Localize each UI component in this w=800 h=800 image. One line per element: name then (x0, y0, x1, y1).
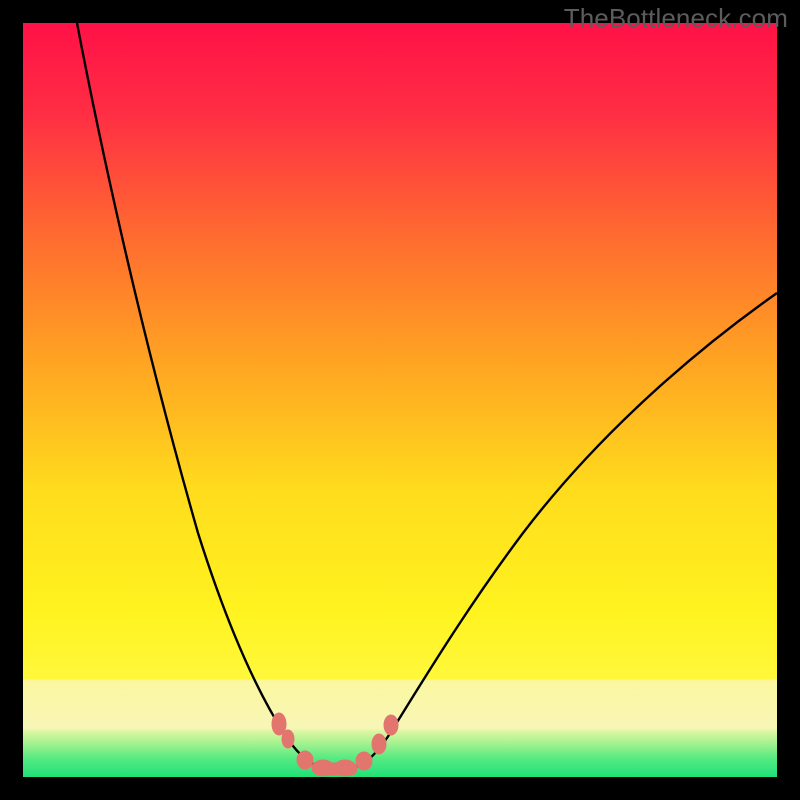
curve-line (77, 23, 777, 770)
chart-area (23, 23, 777, 777)
watermark-text: TheBottleneck.com (564, 3, 788, 34)
valley-markers (272, 713, 398, 776)
bottleneck-curve (23, 23, 777, 777)
